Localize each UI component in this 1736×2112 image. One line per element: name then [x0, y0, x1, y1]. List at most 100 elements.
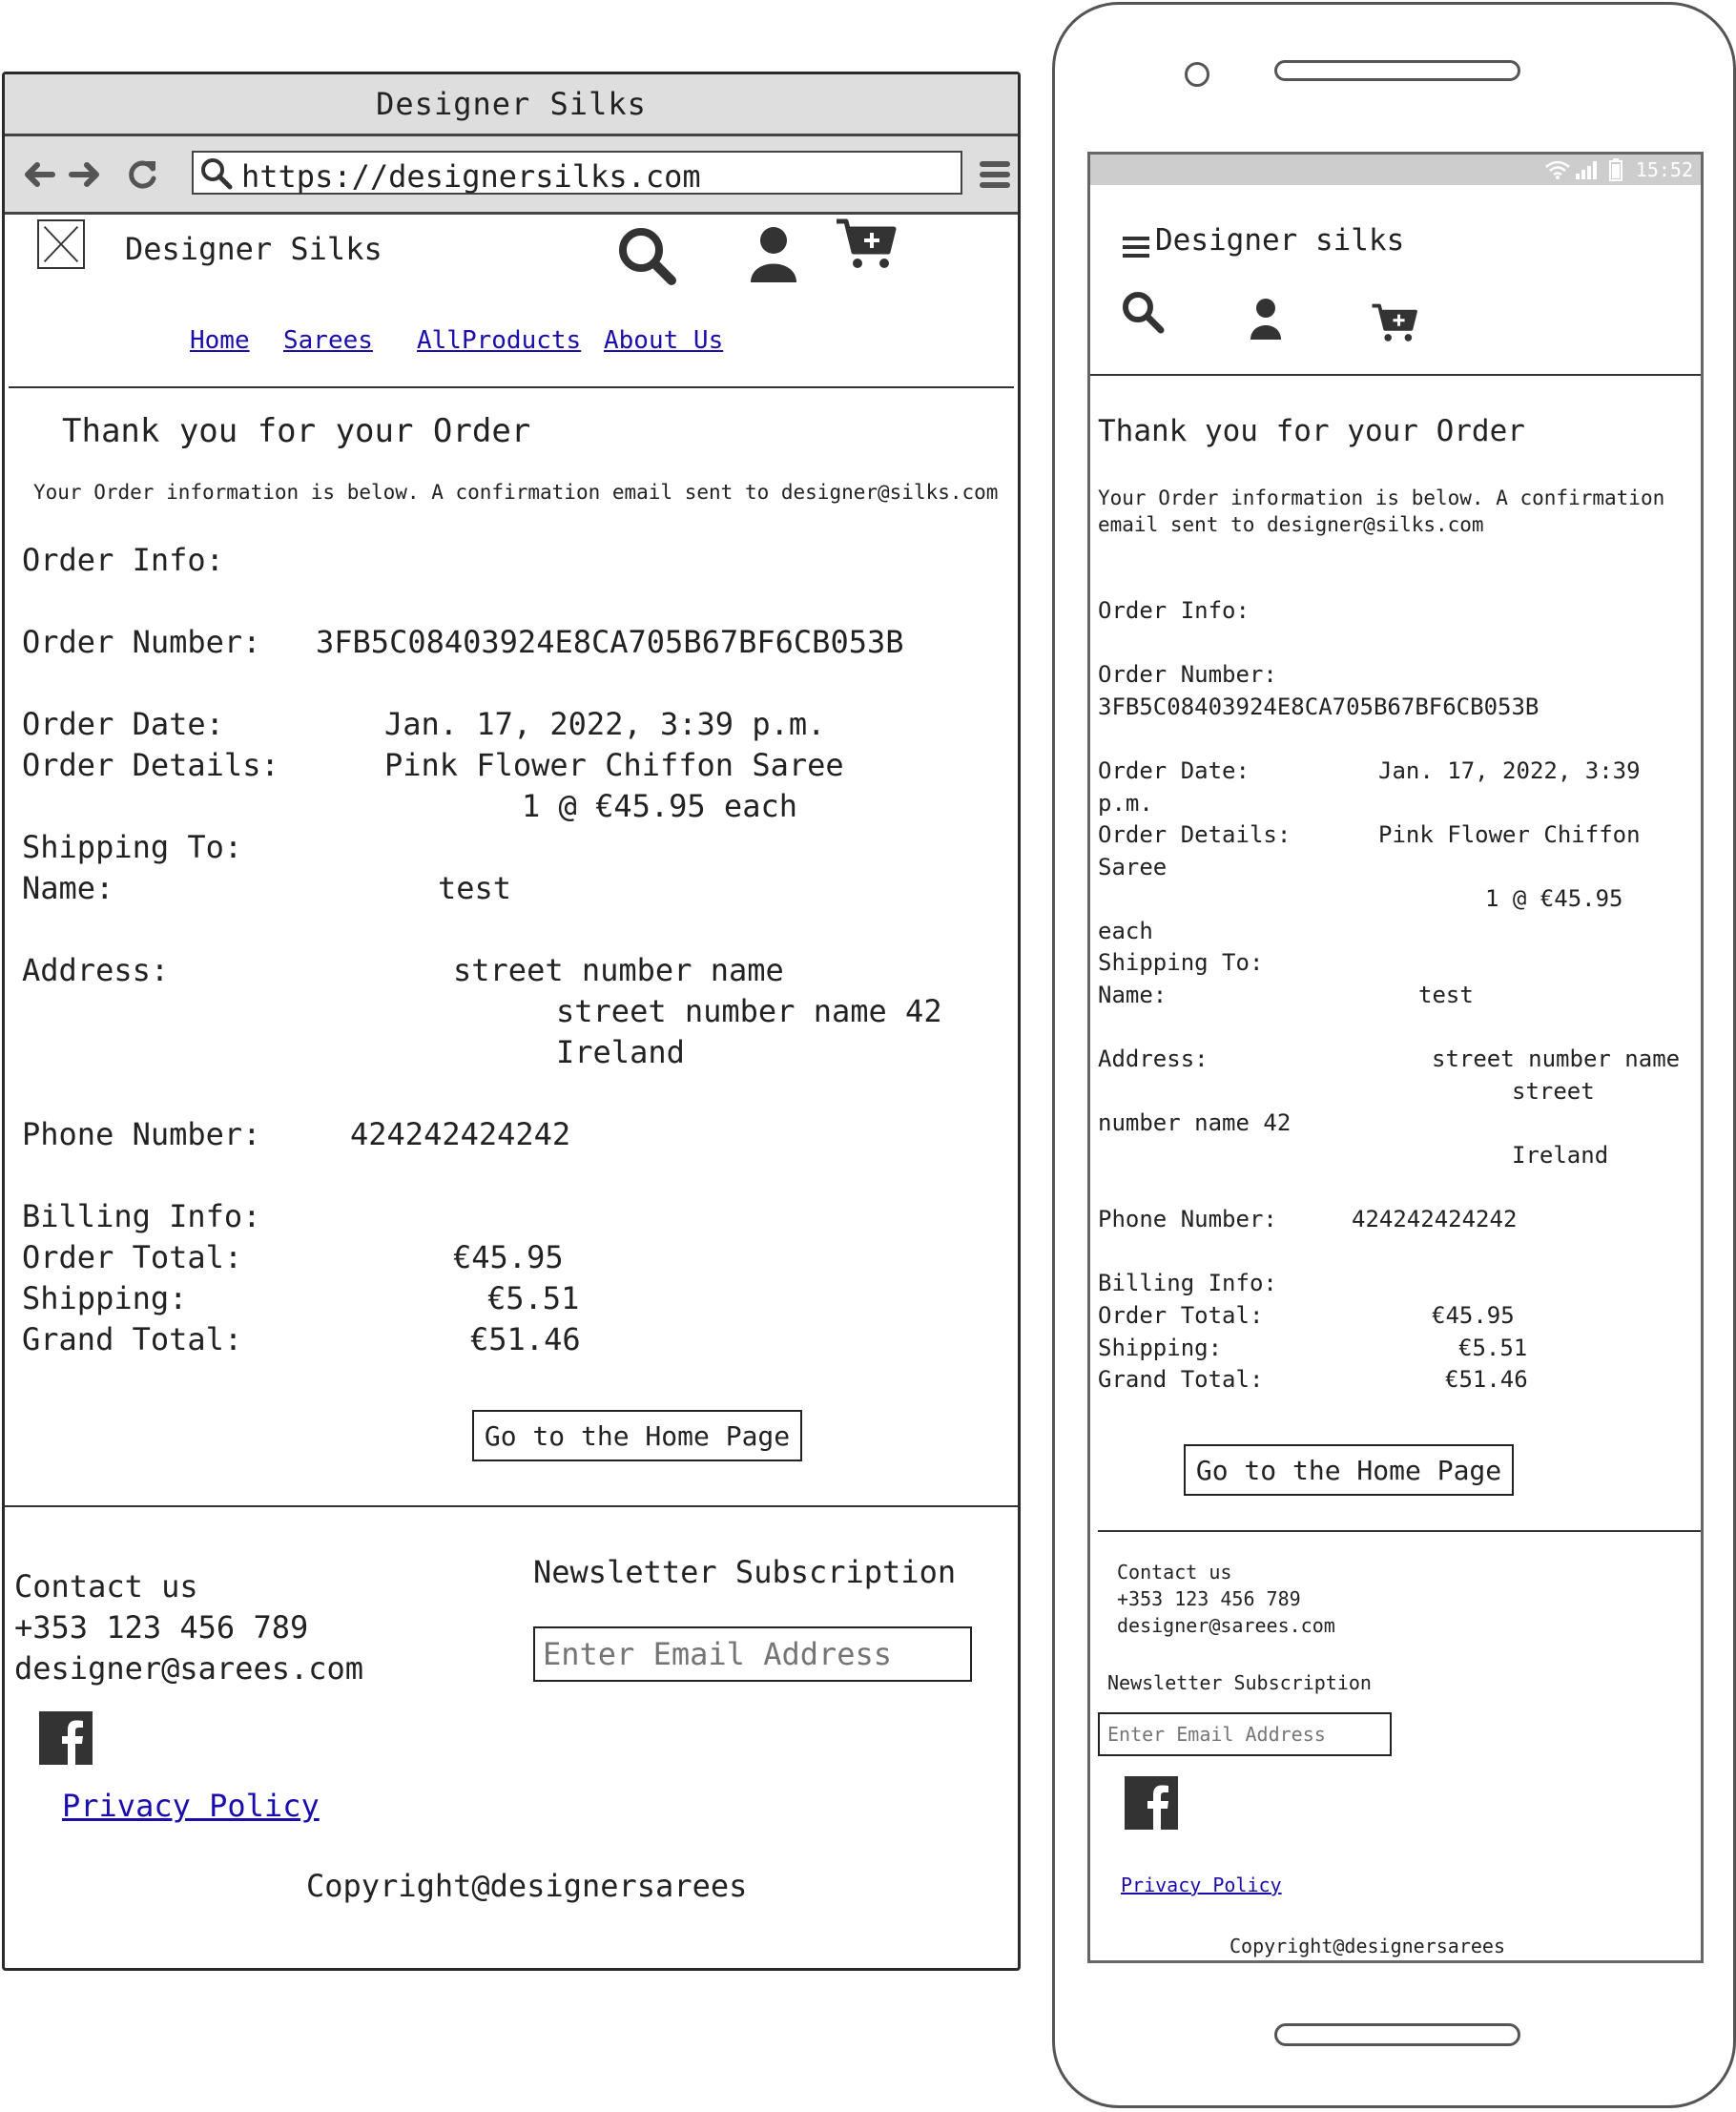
address-line-3: Ireland	[556, 1034, 685, 1070]
search-icon[interactable]	[616, 225, 679, 288]
mobile-footer-divider	[1098, 1530, 1701, 1532]
order-info-label: Order Info:	[22, 542, 224, 578]
footer-divider	[5, 1505, 1018, 1507]
order-item-quantity: 1 @ €45.95	[1485, 885, 1623, 912]
logo-placeholder-icon	[37, 219, 85, 269]
newsletter-title: Newsletter Subscription	[1107, 1671, 1372, 1694]
mobile-intro-line-2: email sent to designer@silks.com	[1098, 513, 1484, 536]
status-bar: 15:52	[1090, 155, 1701, 185]
user-icon[interactable]	[747, 225, 800, 284]
facebook-icon[interactable]	[39, 1711, 93, 1765]
contact-email: designer@sarees.com	[1117, 1614, 1335, 1637]
name-label: Name:	[1098, 982, 1168, 1008]
cart-plus-icon[interactable]	[1371, 301, 1418, 343]
contact-email: designer@sarees.com	[14, 1650, 364, 1687]
newsletter-email-input[interactable]	[1098, 1712, 1392, 1756]
user-icon[interactable]	[1249, 298, 1283, 340]
order-date-value: Jan. 17, 2022, 3:39	[1378, 757, 1641, 784]
name-value: test	[438, 870, 512, 906]
order-item-name-wrap: Saree	[1098, 854, 1168, 880]
order-number-value: 3FB5C08403924E8CA705B67BF6CB053B	[1098, 694, 1540, 720]
privacy-policy-link[interactable]: Privacy Policy	[1121, 1874, 1282, 1896]
name-value: test	[1418, 982, 1474, 1008]
billing-info-label: Billing Info:	[1098, 1270, 1277, 1296]
wifi-icon	[1545, 160, 1570, 179]
mobile-header-divider	[1090, 374, 1701, 376]
newsletter-email-input[interactable]	[533, 1626, 972, 1682]
shipping-label: Shipping:	[1098, 1335, 1223, 1361]
nav-about-link[interactable]: About Us	[604, 326, 723, 355]
battery-icon	[1609, 158, 1622, 181]
phone-speaker	[1274, 60, 1520, 81]
order-item-quantity: 1 @ €45.95 each	[522, 788, 797, 824]
phone-label: Phone Number:	[1098, 1206, 1277, 1232]
site-brand[interactable]: Designer Silks	[125, 231, 382, 267]
address-line-2-wrap: number name 42	[1098, 1109, 1292, 1136]
forward-icon[interactable]	[66, 155, 104, 194]
order-date-value: Jan. 17, 2022, 3:39 p.m.	[384, 706, 826, 742]
contact-title: Contact us	[1117, 1561, 1232, 1584]
mobile-site-brand[interactable]: Designer silks	[1155, 223, 1404, 258]
home-page-button[interactable]: Go to the Home Page	[1184, 1444, 1514, 1496]
shipping-label: Shipping:	[22, 1280, 188, 1316]
search-icon[interactable]	[1121, 290, 1165, 334]
order-date-value-wrap: p.m.	[1098, 790, 1153, 817]
browser-toolbar: https://designersilks.com	[5, 136, 1018, 215]
billing-info-label: Billing Info:	[22, 1198, 261, 1234]
mobile-page-heading: Thank you for your Order	[1098, 414, 1525, 448]
copyright-text: Copyright@designersarees	[306, 1868, 748, 1904]
grand-total-value: €51.46	[1445, 1366, 1528, 1393]
order-info-label: Order Info:	[1098, 597, 1250, 624]
address-line-1: street number name	[453, 952, 784, 988]
contact-title: Contact us	[14, 1568, 198, 1605]
shipping-value: €5.51	[1458, 1335, 1528, 1361]
signal-icon	[1576, 161, 1597, 179]
phone-label: Phone Number:	[22, 1116, 261, 1152]
address-label: Address:	[22, 952, 170, 988]
phone-value: 424242424242	[1352, 1206, 1518, 1232]
cart-plus-icon[interactable]	[835, 216, 898, 271]
phone-camera	[1185, 62, 1209, 87]
order-number-label: Order Number:	[22, 624, 261, 660]
privacy-policy-link[interactable]: Privacy Policy	[62, 1788, 320, 1824]
reload-icon[interactable]	[123, 155, 161, 194]
contact-phone: +353 123 456 789	[14, 1609, 309, 1646]
search-icon	[201, 158, 233, 190]
nav-sarees-link[interactable]: Sarees	[283, 326, 373, 355]
address-bar[interactable]: https://designersilks.com	[192, 151, 962, 195]
status-time: 15:52	[1635, 158, 1693, 181]
order-details-label: Order Details:	[22, 747, 279, 783]
back-icon[interactable]	[20, 155, 58, 194]
order-date-label: Order Date:	[1098, 757, 1250, 784]
order-number-value: 3FB5C08403924E8CA705B67BF6CB053B	[316, 624, 904, 660]
menu-icon[interactable]	[976, 155, 1014, 194]
address-line-2: street	[1512, 1078, 1595, 1105]
grand-total-label: Grand Total:	[22, 1321, 243, 1357]
name-label: Name:	[22, 870, 114, 906]
order-total-label: Order Total:	[1098, 1302, 1264, 1329]
intro-text: Your Order information is below. A confi…	[33, 481, 999, 504]
order-number-label: Order Number:	[1098, 661, 1277, 688]
nav-allproducts-link[interactable]: AllProducts	[417, 326, 581, 355]
address-line-2: street number name 42	[556, 993, 942, 1029]
address-label: Address:	[1098, 1046, 1209, 1072]
grand-total-value: €51.46	[470, 1321, 581, 1357]
grand-total-label: Grand Total:	[1098, 1366, 1264, 1393]
nav-home-link[interactable]: Home	[190, 326, 250, 355]
home-page-button[interactable]: Go to the Home Page	[472, 1410, 802, 1461]
hamburger-icon[interactable]	[1123, 235, 1151, 259]
newsletter-title: Newsletter Subscription	[533, 1554, 957, 1590]
shipping-to-label: Shipping To:	[22, 829, 243, 865]
phone-home-bar	[1274, 2023, 1520, 2046]
phone-value: 424242424242	[350, 1116, 571, 1152]
order-item-name: Pink Flower Chiffon	[1378, 821, 1641, 848]
mobile-screen: 15:52 Designer silks Thank you for your …	[1087, 152, 1704, 1963]
header-divider	[9, 386, 1014, 388]
address-line-1: street number name	[1432, 1046, 1681, 1072]
mobile-device: 15:52 Designer silks Thank you for your …	[1052, 2, 1736, 2108]
address-line-3: Ireland	[1512, 1142, 1609, 1169]
url-text: https://designersilks.com	[241, 158, 701, 195]
facebook-icon[interactable]	[1125, 1776, 1178, 1830]
order-total-value: €45.95	[1432, 1302, 1515, 1329]
page-heading: Thank you for your Order	[62, 412, 531, 450]
